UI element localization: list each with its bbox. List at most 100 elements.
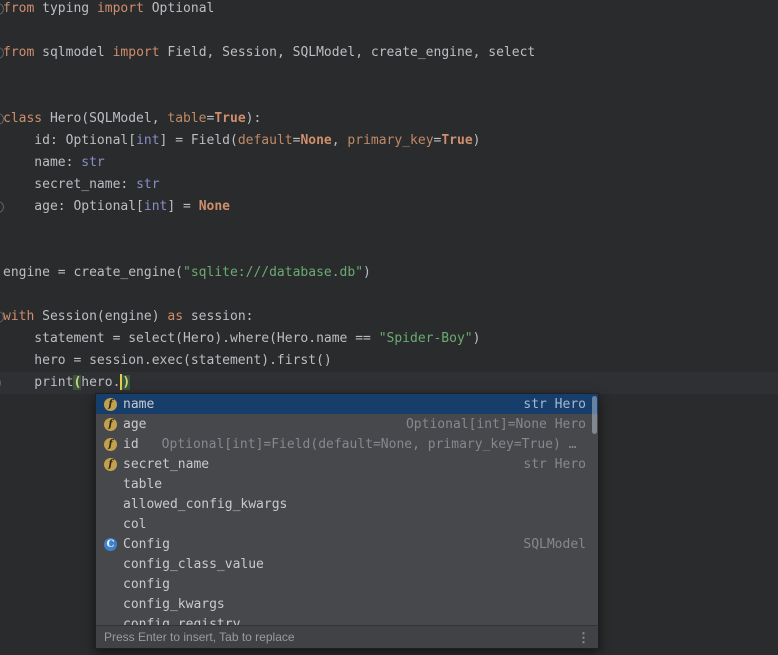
code-token: True <box>214 111 245 126</box>
code-line[interactable]: from sqlmodel import Field, Session, SQL… <box>3 42 778 64</box>
code-token: ): <box>246 111 262 126</box>
completion-item-label: Config <box>123 537 170 552</box>
icon-spacer <box>104 618 117 626</box>
completion-item[interactable]: config_class_value <box>96 554 598 574</box>
code-token: int <box>144 199 167 214</box>
completion-item[interactable]: allowed_config_kwargs <box>96 494 598 514</box>
field-icon: f <box>104 398 117 411</box>
code-token: with <box>3 309 34 324</box>
class-icon: C <box>104 538 117 551</box>
icon-spacer <box>104 518 117 531</box>
code-line[interactable] <box>3 284 778 306</box>
gutter-fold-icon <box>0 377 1 389</box>
completion-item-type: str Hero <box>523 457 586 472</box>
completion-item[interactable]: table <box>96 474 598 494</box>
code-line[interactable]: with Session(engine) as session: <box>3 306 778 328</box>
code-token: engine = create_engine( <box>3 265 183 280</box>
code-token: session: <box>183 309 253 324</box>
code-token: from <box>3 1 34 16</box>
code-token: int <box>136 133 159 148</box>
code-line[interactable] <box>3 240 778 262</box>
completion-popup: fnamestr HerofageOptional[int]=None Hero… <box>95 393 599 649</box>
icon-spacer <box>104 578 117 591</box>
completion-item[interactable]: C Config SQLModel <box>96 534 598 554</box>
code-line[interactable] <box>3 218 778 240</box>
code-token: Session(engine) <box>34 309 167 324</box>
code-token: hero. <box>81 375 120 390</box>
code-token: "Spider-Boy" <box>379 331 473 346</box>
completion-item[interactable]: config_registry <box>96 614 598 625</box>
completion-item[interactable]: fage Optional[int]=None Hero <box>96 414 598 434</box>
code-token: from <box>3 45 34 60</box>
code-token: ] = <box>167 199 198 214</box>
code-editor: from typing import Optionalfrom sqlmodel… <box>0 0 778 655</box>
completion-footer: Press Enter to insert, Tab to replace ⋮ <box>96 625 598 648</box>
completion-item-label: col <box>123 517 146 532</box>
completion-item-type: str Hero <box>523 397 586 412</box>
icon-spacer <box>104 478 117 491</box>
completion-item-label: id <box>123 437 139 452</box>
completion-item[interactable]: fidOptional[int]=Field(default=None, pri… <box>96 434 598 454</box>
code-token: ) <box>122 375 130 390</box>
code-line[interactable]: statement = select(Hero).where(Hero.name… <box>3 328 778 350</box>
field-icon: f <box>104 458 117 471</box>
code-area[interactable]: from typing import Optionalfrom sqlmodel… <box>3 0 778 394</box>
completion-item-type: Optional[int]=None Hero <box>406 417 586 432</box>
completion-list[interactable]: fnamestr HerofageOptional[int]=None Hero… <box>96 394 598 625</box>
code-token: name: <box>3 155 81 170</box>
code-token: str <box>136 177 159 192</box>
completion-item[interactable]: col <box>96 514 598 534</box>
code-line[interactable]: secret_name: str <box>3 174 778 196</box>
completion-item[interactable]: config_kwargs <box>96 594 598 614</box>
code-token: age: Optional[ <box>3 199 144 214</box>
completion-item-type: Optional[int]=Field(default=None, primar… <box>162 437 586 452</box>
popup-scrollbar-thumb[interactable] <box>592 396 597 434</box>
code-token: Field, Session, SQLModel, create_engine,… <box>160 45 536 60</box>
code-token: hero = session.exec(statement).first() <box>3 353 332 368</box>
code-line[interactable]: age: Optional[int] = None <box>3 196 778 218</box>
code-token: ) <box>473 133 481 148</box>
code-token: default <box>238 133 293 148</box>
completion-item-label: age <box>123 417 146 432</box>
code-token: typing <box>34 1 97 16</box>
code-token: primary_key <box>347 133 433 148</box>
code-line[interactable]: name: str <box>3 152 778 174</box>
completion-item-type: SQLModel <box>523 537 586 552</box>
code-token: statement = select(Hero).where(Hero.name… <box>3 331 379 346</box>
completion-item-label: config_kwargs <box>123 597 225 612</box>
code-token: , <box>332 133 348 148</box>
completion-item[interactable]: fsecret_namestr Hero <box>96 454 598 474</box>
code-token: None <box>199 199 230 214</box>
code-token: table <box>167 111 206 126</box>
code-line[interactable] <box>3 86 778 108</box>
completion-hint-label: Press Enter to insert, Tab to replace <box>104 630 295 644</box>
code-line[interactable]: hero = session.exec(statement).first() <box>3 350 778 372</box>
completion-item-label: config_class_value <box>123 557 264 572</box>
code-line[interactable] <box>3 64 778 86</box>
code-line[interactable]: id: Optional[int] = Field(default=None, … <box>3 130 778 152</box>
code-line[interactable]: print(hero.) <box>0 372 778 394</box>
code-token: Hero(SQLModel, <box>42 111 167 126</box>
code-token: True <box>441 133 472 148</box>
code-token: ) <box>473 331 481 346</box>
code-token: None <box>300 133 331 148</box>
icon-spacer <box>104 598 117 611</box>
code-token: ) <box>363 265 371 280</box>
icon-spacer <box>104 498 117 511</box>
code-token: print <box>3 375 73 390</box>
code-line[interactable]: class Hero(SQLModel, table=True): <box>3 108 778 130</box>
code-token: ] = Field( <box>160 133 238 148</box>
code-line[interactable]: engine = create_engine("sqlite:///databa… <box>3 262 778 284</box>
code-token: id: Optional[ <box>3 133 136 148</box>
code-line[interactable]: from typing import Optional <box>3 0 778 20</box>
completion-item-label: config_registry <box>123 617 240 626</box>
completion-item-label: config <box>123 577 170 592</box>
completion-item[interactable]: fnamestr Hero <box>96 394 598 414</box>
code-line[interactable] <box>3 20 778 42</box>
code-token: import <box>113 45 160 60</box>
field-icon: f <box>104 418 117 431</box>
code-token: Optional <box>144 1 214 16</box>
more-options-icon[interactable]: ⋮ <box>577 631 590 644</box>
code-token: sqlmodel <box>34 45 112 60</box>
completion-item[interactable]: config <box>96 574 598 594</box>
